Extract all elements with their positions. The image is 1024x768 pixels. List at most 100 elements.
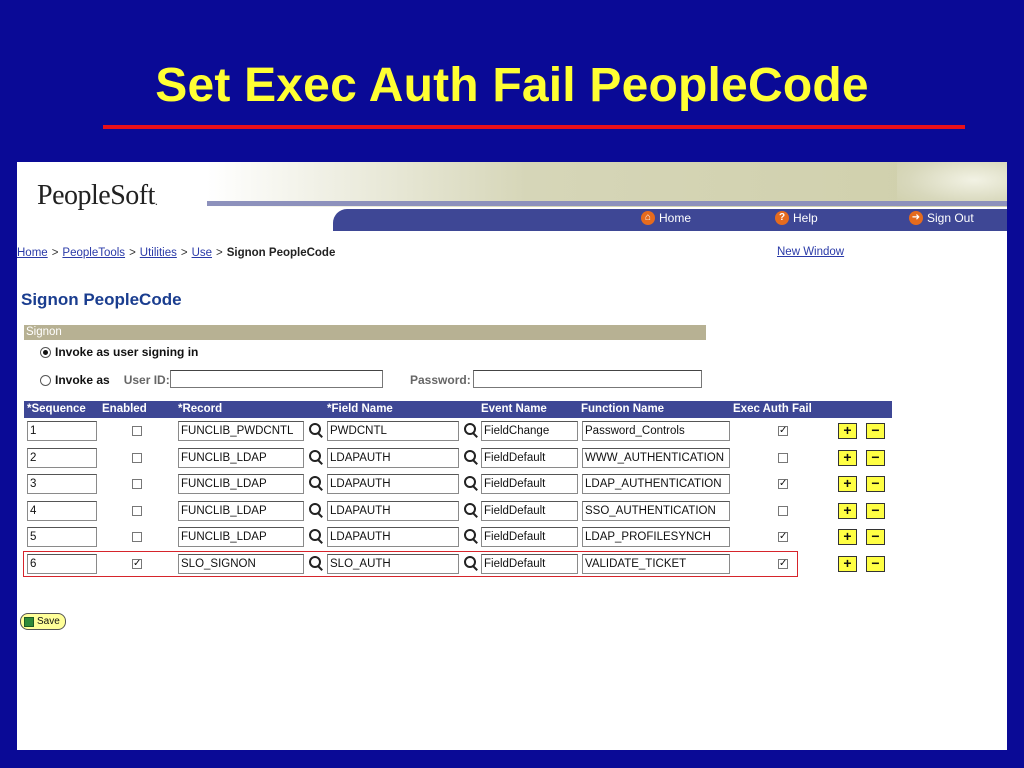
record-input[interactable]: FUNCLIB_LDAP bbox=[178, 501, 304, 521]
field-lookup-icon[interactable] bbox=[462, 528, 479, 545]
add-row-button[interactable]: + bbox=[838, 503, 857, 519]
table-row: 1 FUNCLIB_PWDCNTL PWDCNTL FieldChange Passwo… bbox=[24, 418, 892, 442]
delete-row-button[interactable]: − bbox=[866, 476, 885, 492]
field-name-input[interactable]: PWDCNTL bbox=[327, 421, 459, 441]
add-row-button[interactable]: + bbox=[838, 423, 857, 439]
breadcrumb-utilities[interactable]: Utilities bbox=[140, 247, 177, 259]
exec-auth-fail-checkbox[interactable] bbox=[778, 453, 788, 463]
add-row-button[interactable]: + bbox=[838, 529, 857, 545]
sequence-input[interactable]: 3 bbox=[27, 474, 97, 494]
breadcrumb-peopletools[interactable]: PeopleTools bbox=[62, 247, 125, 259]
record-lookup-icon[interactable] bbox=[307, 449, 324, 466]
breadcrumb-use[interactable]: Use bbox=[192, 247, 212, 259]
event-name-input[interactable]: FieldDefault bbox=[481, 474, 578, 494]
grid-header-row: *Sequence Enabled *Record *Field Name Ev… bbox=[24, 401, 892, 418]
field-lookup-icon[interactable] bbox=[462, 422, 479, 439]
home-icon: ⌂ bbox=[641, 211, 655, 225]
enabled-checkbox[interactable]: ✓ bbox=[132, 559, 142, 569]
invoke-as-user-option: Invoke as user signing in bbox=[40, 345, 198, 359]
record-lookup-icon[interactable] bbox=[307, 555, 324, 572]
add-row-button[interactable]: + bbox=[838, 450, 857, 466]
sequence-input[interactable]: 5 bbox=[27, 527, 97, 547]
enabled-checkbox[interactable] bbox=[132, 453, 142, 463]
user-id-input[interactable] bbox=[170, 370, 383, 388]
function-name-input[interactable]: WWW_AUTHENTICATION bbox=[582, 448, 730, 468]
enabled-checkbox[interactable] bbox=[132, 426, 142, 436]
event-name-input[interactable]: FieldDefault bbox=[481, 554, 578, 574]
function-name-input[interactable]: Password_Controls bbox=[582, 421, 730, 441]
function-name-input[interactable]: VALIDATE_TICKET bbox=[582, 554, 730, 574]
page-title: Signon PeopleCode bbox=[21, 290, 182, 309]
exec-auth-fail-checkbox[interactable] bbox=[778, 506, 788, 516]
signon-group-header: Signon bbox=[24, 325, 706, 340]
exec-auth-fail-checkbox[interactable]: ✓ bbox=[778, 479, 788, 489]
function-name-input[interactable]: LDAP_PROFILESYNCH bbox=[582, 527, 730, 547]
save-disk-icon bbox=[24, 616, 34, 627]
sequence-input[interactable]: 2 bbox=[27, 448, 97, 468]
help-icon: ? bbox=[775, 211, 789, 225]
invoke-as-radio[interactable] bbox=[40, 374, 51, 386]
delete-row-button[interactable]: − bbox=[866, 529, 885, 545]
exec-auth-fail-checkbox[interactable]: ✓ bbox=[778, 532, 788, 542]
table-row: 4 FUNCLIB_LDAP LDAPAUTH FieldDefault SSO_AUT… bbox=[24, 498, 892, 522]
function-name-input[interactable]: LDAP_AUTHENTICATION bbox=[582, 474, 730, 494]
new-window-link[interactable]: New Window bbox=[777, 246, 844, 258]
breadcrumb-home[interactable]: Home bbox=[17, 247, 48, 259]
enabled-checkbox[interactable] bbox=[132, 532, 142, 542]
event-name-input[interactable]: FieldDefault bbox=[481, 527, 578, 547]
record-input[interactable]: FUNCLIB_LDAP bbox=[178, 527, 304, 547]
record-lookup-icon[interactable] bbox=[307, 475, 324, 492]
field-name-input[interactable]: LDAPAUTH bbox=[327, 501, 459, 521]
invoke-as-user-radio[interactable] bbox=[40, 346, 51, 358]
event-name-input[interactable]: FieldChange bbox=[481, 421, 578, 441]
breadcrumb-current: Signon PeopleCode bbox=[226, 247, 336, 259]
record-lookup-icon[interactable] bbox=[307, 528, 324, 545]
record-lookup-icon[interactable] bbox=[307, 502, 324, 519]
table-row: 2 FUNCLIB_LDAP LDAPAUTH FieldDefault WWW_AUT… bbox=[24, 445, 892, 469]
event-name-input[interactable]: FieldDefault bbox=[481, 448, 578, 468]
sequence-input[interactable]: 1 bbox=[27, 421, 97, 441]
delete-row-button[interactable]: − bbox=[866, 556, 885, 572]
delete-row-button[interactable]: − bbox=[866, 423, 885, 439]
password-label: Password: bbox=[410, 373, 471, 387]
record-input[interactable]: FUNCLIB_LDAP bbox=[178, 474, 304, 494]
event-name-input[interactable]: FieldDefault bbox=[481, 501, 578, 521]
delete-row-button[interactable]: − bbox=[866, 450, 885, 466]
header-function-name: Function Name bbox=[581, 403, 665, 415]
save-button-label: Save bbox=[37, 616, 60, 627]
function-name-input[interactable]: SSO_AUTHENTICATION bbox=[582, 501, 730, 521]
password-input[interactable] bbox=[473, 370, 702, 388]
header-stripe bbox=[207, 201, 1007, 206]
field-lookup-icon[interactable] bbox=[462, 555, 479, 572]
nav-home-link[interactable]: ⌂ Home bbox=[641, 211, 691, 225]
breadcrumb: Home > PeopleTools > Utilities > Use > Signon Pe… bbox=[17, 247, 336, 259]
table-row: 3 FUNCLIB_LDAP LDAPAUTH FieldDefault LDAP_AU… bbox=[24, 471, 892, 495]
exec-auth-fail-checkbox[interactable]: ✓ bbox=[778, 559, 788, 569]
record-input[interactable]: FUNCLIB_PWDCNTL bbox=[178, 421, 304, 441]
enabled-checkbox[interactable] bbox=[132, 479, 142, 489]
field-name-input[interactable]: SLO_AUTH bbox=[327, 554, 459, 574]
record-input[interactable]: SLO_SIGNON bbox=[178, 554, 304, 574]
field-name-input[interactable]: LDAPAUTH bbox=[327, 527, 459, 547]
nav-help-link[interactable]: ? Help bbox=[775, 211, 818, 225]
nav-signout-link[interactable]: ➜ Sign Out bbox=[909, 211, 974, 225]
field-lookup-icon[interactable] bbox=[462, 475, 479, 492]
top-nav-bar: ⌂ Home ? Help ➜ Sign Out bbox=[333, 209, 1007, 231]
field-lookup-icon[interactable] bbox=[462, 449, 479, 466]
sequence-input[interactable]: 4 bbox=[27, 501, 97, 521]
record-input[interactable]: FUNCLIB_LDAP bbox=[178, 448, 304, 468]
field-name-input[interactable]: LDAPAUTH bbox=[327, 448, 459, 468]
record-lookup-icon[interactable] bbox=[307, 422, 324, 439]
field-name-input[interactable]: LDAPAUTH bbox=[327, 474, 459, 494]
enabled-checkbox[interactable] bbox=[132, 506, 142, 516]
exec-auth-fail-checkbox[interactable]: ✓ bbox=[778, 426, 788, 436]
add-row-button[interactable]: + bbox=[838, 476, 857, 492]
field-lookup-icon[interactable] bbox=[462, 502, 479, 519]
save-button[interactable]: Save bbox=[20, 613, 66, 630]
slide-title: Set Exec Auth Fail PeopleCode bbox=[155, 59, 869, 112]
sequence-input[interactable]: 6 bbox=[27, 554, 97, 574]
header-enabled: Enabled bbox=[102, 403, 147, 415]
add-row-button[interactable]: + bbox=[838, 556, 857, 572]
title-underline bbox=[103, 125, 965, 129]
delete-row-button[interactable]: − bbox=[866, 503, 885, 519]
